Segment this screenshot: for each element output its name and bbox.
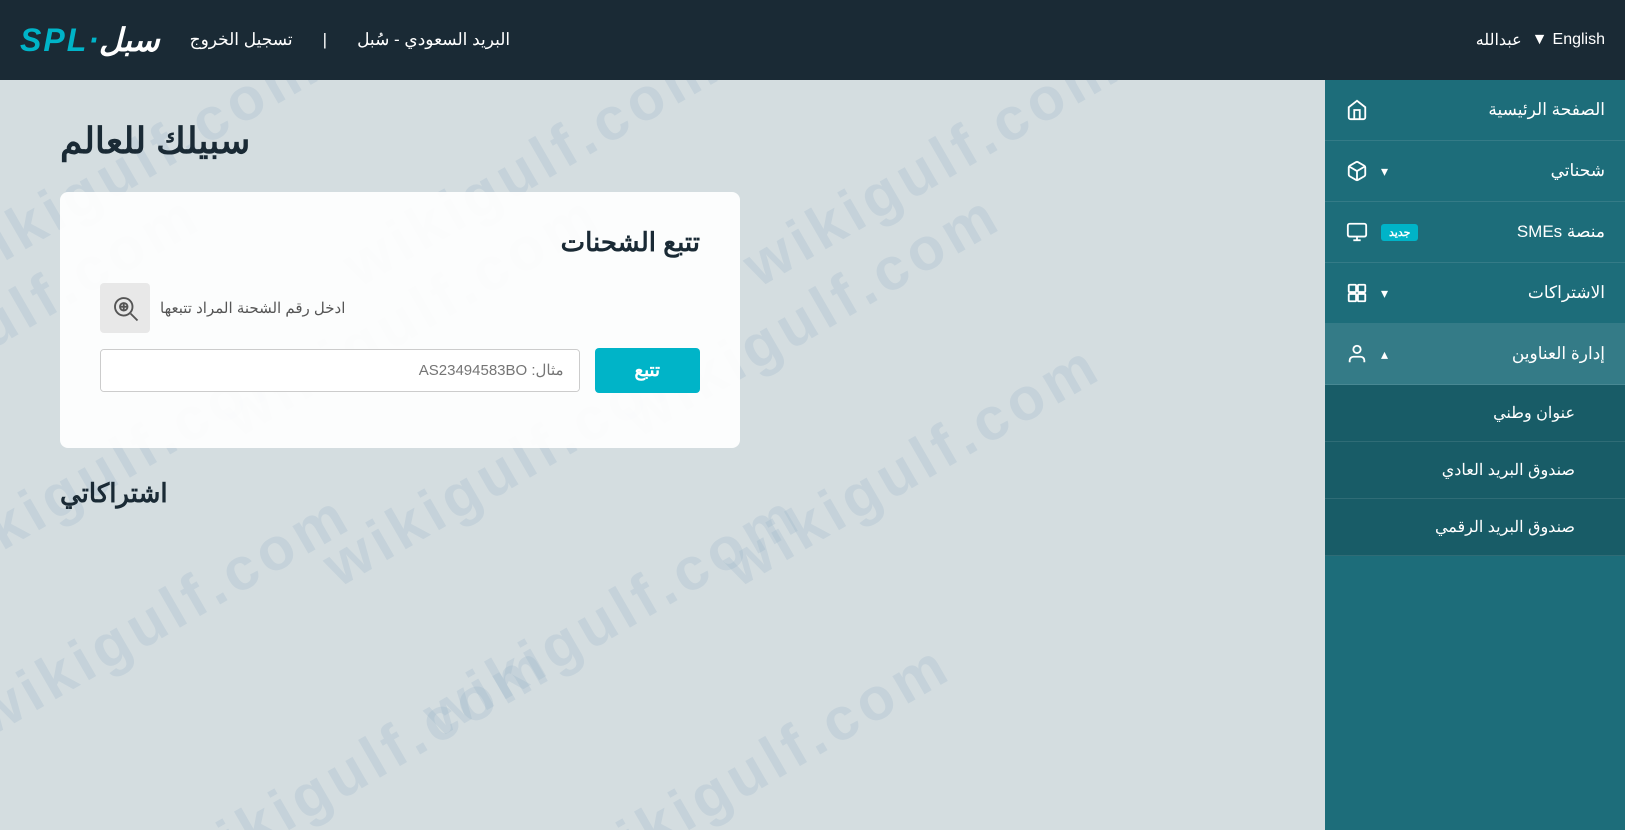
package-icon [1345, 159, 1369, 183]
brand-name: البريد السعودي - سُبل [357, 30, 510, 50]
sub-icon [1345, 281, 1369, 305]
sidebar-label-national-address: عنوان وطني [1345, 403, 1575, 423]
home-icon [1345, 98, 1369, 122]
hero-tagline: سبيلك للعالم [60, 120, 250, 162]
language-label: English [1553, 31, 1605, 49]
navbar: English ▼ عبدالله البريد السعودي - سُبل … [0, 0, 1625, 80]
sidebar-item-national-address[interactable]: عنوان وطني [1325, 385, 1625, 442]
nav-separator: | [323, 30, 327, 50]
sidebar-label-addresses: إدارة العناوين [1405, 344, 1605, 364]
track-input[interactable] [101, 350, 579, 391]
sidebar-item-subscriptions[interactable]: الاشتراكات ▾ [1325, 263, 1625, 324]
smes-icon [1345, 220, 1369, 244]
track-title: تتبع الشحنات [100, 227, 700, 258]
sidebar-label-smes: منصة SMEs [1430, 222, 1605, 242]
search-scan-icon [100, 283, 150, 333]
sidebar-item-smes[interactable]: منصة SMEs جديد [1325, 202, 1625, 263]
sidebar-item-home[interactable]: الصفحة الرئيسية [1325, 80, 1625, 141]
sidebar-label-digital-po-box: صندوق البريد الرقمي [1345, 517, 1575, 537]
navbar-right: البريد السعودي - سُبل | تسجيل الخروج سبل… [20, 21, 510, 59]
address-icon [1345, 342, 1369, 366]
sidebar: الصفحة الرئيسية شحناتي ▾ منصة S [1325, 80, 1625, 830]
sidebar-label-subscriptions: الاشتراكات [1405, 283, 1605, 303]
sidebar-item-digital-po-box[interactable]: صندوق البريد الرقمي [1325, 499, 1625, 556]
track-hint-text: ادخل رقم الشحنة المراد تتبعها [160, 299, 345, 317]
track-card: تتبع الشحنات ادخل رقم الشحنة المراد تتبع… [60, 192, 740, 448]
track-button[interactable]: تتبع [595, 348, 700, 393]
sidebar-item-shipments[interactable]: شحناتي ▾ [1325, 141, 1625, 202]
subscriptions-title: اشتراكاتي [60, 478, 168, 509]
main-layout: الصفحة الرئيسية شحناتي ▾ منصة S [0, 80, 1625, 830]
logout-link[interactable]: تسجيل الخروج [190, 30, 293, 50]
track-hint-row: ادخل رقم الشحنة المراد تتبعها [100, 283, 700, 333]
sidebar-label-po-box: صندوق البريد العادي [1345, 460, 1575, 480]
content-inner: سبيلك للعالم تتبع الشحنات ادخل رقم الشحن… [0, 80, 1325, 830]
sidebar-item-po-box[interactable]: صندوق البريد العادي [1325, 442, 1625, 499]
track-input-row: تتبع [100, 348, 700, 393]
navbar-links: البريد السعودي - سُبل | تسجيل الخروج [190, 30, 511, 50]
language-arrow: ▼ [1532, 31, 1548, 49]
sidebar-label-shipments: شحناتي [1405, 161, 1605, 181]
addresses-arrow: ▴ [1381, 346, 1388, 363]
logo-area: سبل·SPL [20, 21, 160, 59]
user-name: عبدالله [1476, 30, 1522, 50]
content-area: wikigulf.com wikigulf.com wikigulf.com w… [0, 80, 1325, 830]
navbar-left: English ▼ عبدالله [1476, 30, 1605, 50]
track-input-wrapper [100, 349, 580, 392]
language-selector[interactable]: English ▼ [1532, 31, 1605, 49]
badge-new: جديد [1381, 224, 1418, 241]
shipments-arrow: ▾ [1381, 163, 1388, 180]
sidebar-item-addresses[interactable]: إدارة العناوين ▴ [1325, 324, 1625, 385]
sidebar-label-home: الصفحة الرئيسية [1381, 100, 1605, 120]
logo: سبل·SPL [20, 21, 160, 59]
subscriptions-arrow: ▾ [1381, 285, 1388, 302]
